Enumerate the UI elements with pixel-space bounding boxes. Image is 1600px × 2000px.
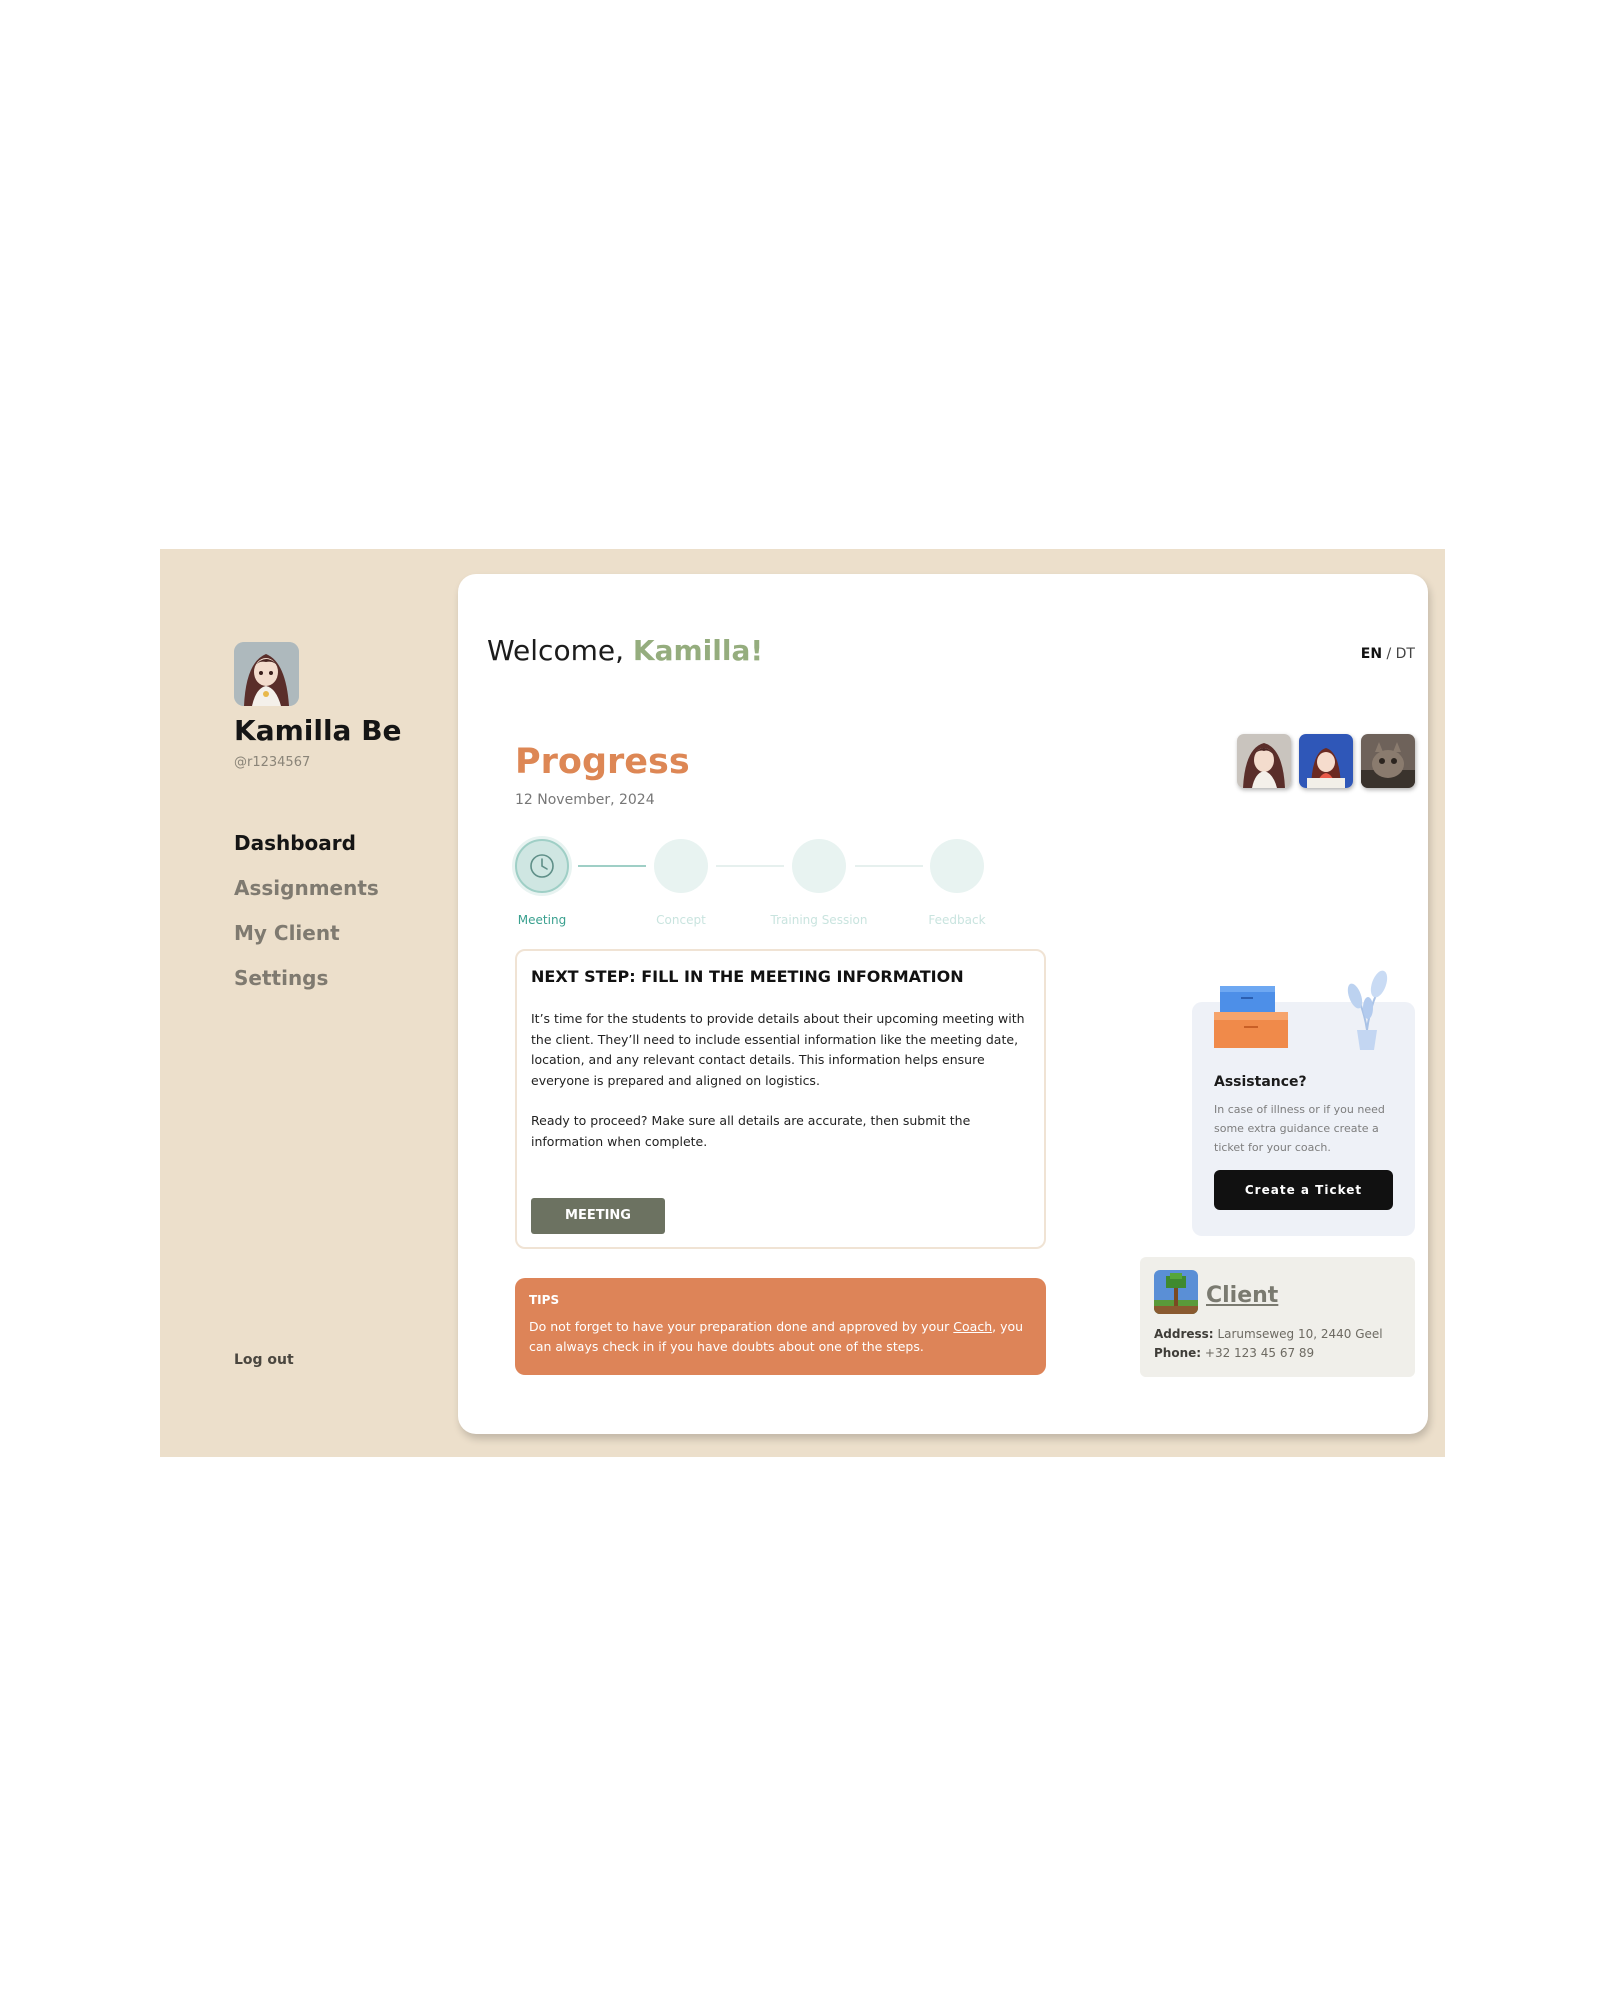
client-card: Client Address: Larumseweg 10, 2440 Geel… [1140,1257,1415,1377]
lang-en[interactable]: EN [1361,646,1382,662]
next-step-card: NEXT STEP: FILL IN THE MEETING INFORMATI… [515,949,1046,1249]
tips-text-before: Do not forget to have your preparation d… [529,1319,954,1334]
client-address-label: Address: [1154,1327,1214,1341]
step-concept[interactable] [654,839,708,893]
user-handle: @r1234567 [234,755,311,770]
step-label-training-session: Training Session [770,913,868,927]
step-training-session[interactable] [792,839,846,893]
assistance-text: In case of illness or if you need some e… [1214,1103,1385,1154]
welcome-name: Kamilla! [632,634,764,667]
assistance-title: Assistance? [1214,1074,1307,1090]
sidebar-nav: Dashboard Assignments My Client Settings [234,829,379,1009]
step-feedback[interactable] [930,839,984,893]
step-meeting[interactable] [515,839,569,893]
member-avatar[interactable] [1299,734,1353,788]
sidebar-item-assignments[interactable]: Assignments [234,874,379,919]
user-name: Kamilla Be [234,714,402,747]
member-avatar[interactable] [1361,734,1415,788]
boxes-illustration-icon [1214,986,1288,1048]
client-address: Address: Larumseweg 10, 2440 Geel [1154,1325,1383,1344]
client-address-value: Larumseweg 10, 2440 Geel [1217,1327,1383,1341]
step-connector [716,865,784,867]
logout-link[interactable]: Log out [234,1352,294,1368]
sidebar-item-my-client[interactable]: My Client [234,919,379,964]
step-label-concept: Concept [656,913,706,927]
app-frame: Kamilla Be @r1234567 Dashboard Assignmen… [160,549,1445,1457]
next-step-paragraph: Ready to proceed? Make sure all details … [531,1113,971,1149]
next-step-paragraph: It’s time for the students to provide de… [531,1011,1025,1088]
member-avatar[interactable] [1237,734,1291,788]
meeting-button[interactable]: MEETING [531,1198,665,1234]
tree-icon [1154,1270,1198,1314]
assistance-card: Assistance? In case of illness or if you… [1192,970,1415,1236]
tips-card: TIPS Do not forget to have your preparat… [515,1278,1046,1375]
progress-date: 12 November, 2024 [515,792,655,808]
client-title[interactable]: Client [1206,1283,1278,1308]
coach-link[interactable]: Coach [953,1319,992,1334]
welcome-text: Welcome, [487,634,624,667]
progress-title: Progress [515,742,690,782]
tips-text: Do not forget to have your preparation d… [529,1317,1041,1357]
lang-separator: / [1386,646,1392,662]
tips-title: TIPS [529,1293,560,1307]
main-panel: Welcome, Kamilla! EN / DT Progress 12 No… [458,574,1428,1434]
client-details: Address: Larumseweg 10, 2440 Geel Phone:… [1154,1325,1383,1363]
language-switcher: EN / DT [1361,646,1415,662]
client-phone-label: Phone: [1154,1346,1202,1360]
progress-stepper: Meeting Concept Training Session Feedbac… [515,839,1005,929]
step-label-meeting: Meeting [517,913,567,927]
step-label-feedback: Feedback [928,913,986,927]
next-step-title: NEXT STEP: FILL IN THE MEETING INFORMATI… [531,967,964,986]
client-phone: Phone: +32 123 45 67 89 [1154,1344,1383,1363]
welcome-heading: Welcome, Kamilla! [487,634,763,667]
step-connector [855,865,923,867]
sidebar-item-settings[interactable]: Settings [234,964,379,1009]
sidebar-item-dashboard[interactable]: Dashboard [234,829,379,874]
client-phone-value: +32 123 45 67 89 [1204,1346,1315,1360]
lang-dt[interactable]: DT [1396,646,1415,662]
create-ticket-button[interactable]: Create a Ticket [1214,1170,1393,1210]
step-connector [578,865,646,867]
next-step-body: It’s time for the students to provide de… [531,1009,1041,1152]
user-avatar[interactable] [234,642,299,706]
clock-icon [530,854,554,878]
plant-illustration-icon [1347,970,1388,1050]
